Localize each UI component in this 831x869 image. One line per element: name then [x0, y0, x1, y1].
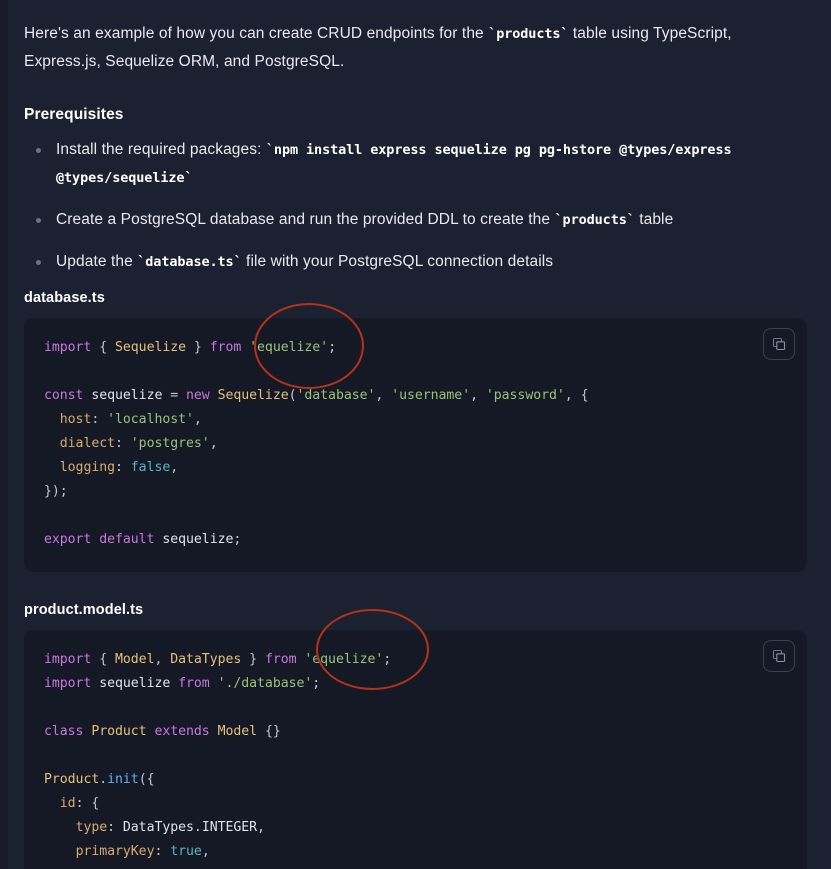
list-item-text-before: Create a PostgreSQL database and run the… — [56, 211, 555, 228]
answer-page: Here's an example of how you can create … — [0, 0, 831, 869]
inline-code-database-ts: `database.ts` — [137, 254, 242, 270]
list-item-text-after: file with your PostgreSQL connection det… — [241, 253, 554, 270]
list-item-text-before: Install the required packages: — [56, 141, 266, 158]
inline-code-products-table: `products` — [554, 212, 635, 228]
intro-text-before: Here's an example of how you can create … — [24, 25, 489, 42]
copy-icon — [771, 648, 787, 664]
inline-code-products: `products` — [488, 26, 569, 42]
prerequisites-heading: Prerequisites — [24, 106, 124, 123]
code-content-product-model-ts: import { Model, DataTypes } from 'equeli… — [44, 652, 392, 869]
code-block-product-model-ts: import { Model, DataTypes } from 'equeli… — [24, 630, 807, 869]
list-item: Update the `database.ts` file with your … — [24, 248, 804, 276]
list-item-text-after: table — [634, 211, 674, 228]
list-item: Install the required packages: `npm inst… — [24, 136, 804, 192]
prerequisites-list: Install the required packages: `npm inst… — [24, 136, 807, 276]
content-column: Here's an example of how you can create … — [0, 0, 831, 869]
code-content-database-ts: import { Sequelize } from 'equelize'; co… — [44, 340, 589, 547]
code-block-title-database-ts: database.ts — [24, 290, 105, 306]
copy-code-button[interactable] — [763, 328, 795, 360]
code-block-database-ts: import { Sequelize } from 'equelize'; co… — [24, 318, 807, 572]
copy-icon — [771, 336, 787, 352]
copy-code-button[interactable] — [763, 640, 795, 672]
list-item-text-before: Update the — [56, 253, 138, 270]
code-block-title-product-model-ts: product.model.ts — [24, 602, 144, 618]
intro-paragraph: Here's an example of how you can create … — [24, 12, 807, 76]
list-item: Create a PostgreSQL database and run the… — [24, 206, 804, 234]
